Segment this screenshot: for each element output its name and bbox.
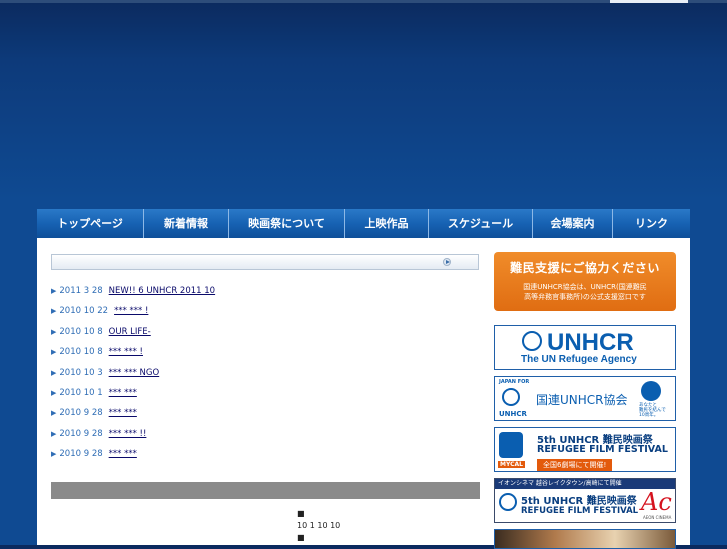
list-item: ▶ 2011 3 28 NEW!! 6 UNHCR 2011 10 [51,285,481,305]
arrow-icon: ▶ [51,388,57,397]
unhcr-banner[interactable]: UNHCR The UN Refugee Agency [494,325,676,370]
unhcr-emblem-icon [499,493,517,511]
list-item: ▶ 2010 10 1 *** *** [51,387,481,407]
news-date: 2010 10 1 [59,387,103,398]
arrow-icon: ▶ [51,348,57,357]
japan-for-label: JAPAN FOR [499,379,530,385]
list-item: ▶ 2010 9 28 *** *** [51,448,481,468]
news-date: 2010 10 3 [59,367,103,378]
festival-title: 5th UNHCR 難民映画祭 [521,496,637,507]
arrow-icon: ▶ [51,287,57,295]
aeon-festival-banner[interactable]: イオンシネマ 越谷レイクタウン/高崎にて開催 5th UNHCR 難民映画祭 R… [494,478,676,523]
main-content: ▶ 2011 3 28 NEW!! 6 UNHCR 2011 10 ▶ 2010 10… [37,238,690,549]
festival-note: 全国6劇場にて開催! [537,459,613,471]
news-date: 2011 3 28 [59,286,103,296]
aeon-cinema-logo: Ac [641,488,672,516]
play-icon[interactable] [443,258,451,266]
nav-films[interactable]: 上映作品 [345,209,429,238]
support-subtitle: 国連UNHCR協会は、UNHCR(国連難民 高等弁務官事務所)の公式支援窓口です [494,282,676,302]
arrow-icon: ▶ [51,409,57,418]
bullet: ■ [297,509,305,518]
unhcr-tagline: The UN Refugee Agency [521,354,637,365]
nav-news[interactable]: 新着情報 [144,209,229,238]
news-date: 2010 9 28 [59,428,103,439]
news-date: 2010 10 8 [59,326,103,337]
unhcr-wordmark: UNHCR [547,329,634,356]
list-item: ▶ 2010 10 22 *** *** ! [51,305,481,325]
nav-about[interactable]: 映画祭について [229,209,345,238]
bullet: ■ [297,533,305,542]
wb-logo-icon [499,432,523,458]
festival-subtitle: REFUGEE FILM FESTIVAL [521,506,639,516]
news-date: 2010 9 28 [59,449,103,460]
support-title: 難民支援にご協力ください [510,261,660,275]
anniversary-line: 10周年。 [639,413,659,418]
news-link[interactable]: *** *** NGO [109,367,222,379]
japan-for-unhcr-banner[interactable]: JAPAN FOR UNHCR 国連UNHCR協会 あなたと 難民を結んで 10… [494,376,676,421]
arrow-icon: ▶ [51,368,57,377]
news-ticker [51,254,479,270]
arrow-icon: ▶ [51,429,57,438]
news-list: ▶ 2011 3 28 NEW!! 6 UNHCR 2011 10 ▶ 2010 10… [51,285,481,469]
news-link[interactable]: *** *** [109,407,201,419]
support-sub-line: 国連UNHCR協会は、UNHCR(国連難民 [523,283,647,291]
notice-line: 10 1 10 10 [297,521,341,530]
list-item: ▶ 2010 9 28 *** *** [51,407,481,427]
news-date: 2010 9 28 [59,408,103,419]
list-item: ▶ 2010 10 8 *** *** ! [51,346,481,366]
anniversary-badge-icon [641,381,661,401]
news-link[interactable]: OUR LIFE- [109,326,225,338]
news-date: 2010 10 8 [59,347,103,358]
unhcr-emblem-icon [522,331,542,351]
news-link[interactable]: NEW!! 6 UNHCR 2011 10 [109,285,233,297]
news-link[interactable]: *** *** [109,448,195,460]
nav-schedule[interactable]: スケジュール [429,209,533,238]
news-link[interactable]: *** *** [109,387,197,399]
news-link[interactable]: *** *** ! [109,346,179,358]
mycal-logo: MYCAL [498,461,525,468]
association-name: 国連UNHCR協会 [536,393,628,407]
aeon-brand: AEON CINEMA [643,515,672,520]
photo-banner[interactable] [494,529,676,549]
notice-text: ■ 10 1 10 10 ■ [297,508,340,544]
arrow-icon: ▶ [51,450,57,459]
anniversary-text: あなたと 難民を結んで 10周年。 [639,403,666,418]
list-item: ▶ 2010 9 28 *** *** !! [51,428,481,448]
unhcr-emblem-icon [502,388,520,406]
nav-links[interactable]: リンク [613,209,690,238]
main-nav: トップページ 新着情報 映画祭について 上映作品 スケジュール 会場案内 リンク [37,209,690,239]
news-date: 2010 10 22 [59,306,109,317]
support-sub-line: 高等弁務官事務所)の公式支援窓口です [524,293,646,301]
support-banner[interactable]: 難民支援にご協力ください 国連UNHCR協会は、UNHCR(国連難民 高等弁務官… [494,252,676,311]
list-item: ▶ 2010 10 3 *** *** NGO [51,367,481,387]
arrow-icon: ▶ [51,307,57,316]
list-item: ▶ 2010 10 8 OUR LIFE- [51,326,481,346]
nav-venues[interactable]: 会場案内 [533,209,613,238]
nav-top-page[interactable]: トップページ [37,209,144,238]
unhcr-label: UNHCR [499,410,527,418]
arrow-icon: ▶ [51,327,57,336]
header-banner [0,3,727,209]
film-festival-banner[interactable]: MYCAL 5th UNHCR 難民映画祭 REFUGEE FILM FESTI… [494,427,676,472]
section-header-bar [51,482,480,499]
festival-subtitle: REFUGEE FILM FESTIVAL [537,444,668,455]
news-link[interactable]: *** *** ! [114,305,166,317]
news-link[interactable]: *** *** !! [109,428,171,440]
